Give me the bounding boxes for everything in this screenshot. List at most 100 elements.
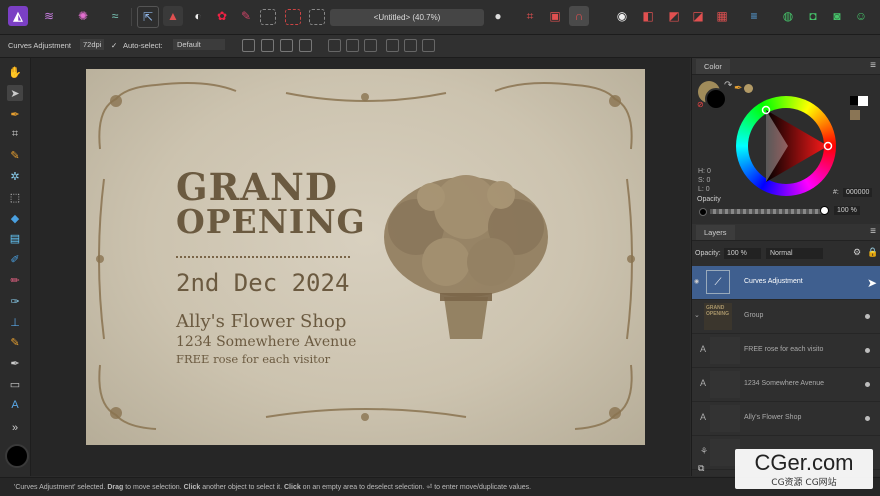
eyedropper-icon[interactable]: ✒ (734, 83, 742, 94)
layer-visibility-icon[interactable]: ◉ (694, 278, 699, 285)
layers-tab[interactable]: Layers (696, 225, 735, 240)
layer-row-text-address[interactable]: A 1234 Somewhere Avenue (692, 368, 880, 402)
group-expand-chevron-icon[interactable]: ⌄ (694, 311, 700, 319)
crop-tool-icon[interactable]: ⌗ (7, 126, 23, 142)
refine-selection-icon[interactable] (309, 9, 325, 25)
insert-behind-icon[interactable]: ◩ (664, 6, 684, 26)
move-tool-icon[interactable]: ➤ (7, 85, 23, 101)
layer-opacity-input[interactable]: 100 % (724, 248, 761, 259)
mouse-cursor-icon: ➤ (866, 276, 877, 290)
auto-select-checkbox-icon[interactable]: ✓ (111, 41, 117, 50)
brush-icon[interactable]: ✎ (236, 6, 256, 26)
affinity-photo-logo-icon[interactable]: ◭ (8, 6, 28, 26)
show-bounding-box-icon[interactable] (261, 39, 274, 52)
adjustments-icon[interactable]: ▲ (163, 6, 183, 26)
poster-offer: FREE rose for each visitor (176, 352, 331, 366)
marquee-select-icon[interactable] (260, 9, 276, 25)
layer-name: Ally's Flower Shop (744, 414, 802, 421)
opacity-slider[interactable] (710, 209, 822, 214)
snapping-icon[interactable]: ● (488, 6, 508, 26)
hex-input[interactable]: 000000 (843, 188, 873, 197)
chat-icon[interactable]: ◍ (778, 6, 798, 26)
auto-select-dropdown[interactable]: Default (173, 39, 225, 50)
poster-title-opening: OPENING (176, 202, 366, 241)
gradient-tool-icon[interactable]: ▤ (7, 230, 23, 246)
quick-mask-icon[interactable] (285, 9, 301, 25)
align-right-icon[interactable] (364, 39, 377, 52)
flood-fill-icon[interactable]: ◆ (7, 210, 23, 226)
align-left-icon[interactable] (328, 39, 341, 52)
white-swatch[interactable] (858, 96, 868, 106)
arrange-icon[interactable]: ◧ (638, 6, 658, 26)
color-tab[interactable]: Color (696, 59, 730, 74)
text-layer-icon: A (700, 378, 707, 388)
stroke-color-swatch[interactable] (705, 88, 727, 110)
duplicate-icon[interactable]: ◘ (803, 6, 823, 26)
layer-row-curves[interactable]: ◉ ⟋ Curves Adjustment ➤ (692, 266, 880, 300)
no-color-icon[interactable]: ⊘ (697, 100, 704, 109)
layer-visible-dot[interactable] (865, 382, 870, 387)
color-wheel[interactable] (736, 96, 836, 196)
opacity-slider-handle[interactable] (820, 206, 829, 215)
dodge-brush-icon[interactable]: ✑ (7, 293, 23, 309)
expand-tools-icon[interactable]: » (7, 420, 23, 436)
blemish-brush-icon[interactable]: ✎ (7, 334, 23, 350)
layer-row-text-shop[interactable]: A Ally's Flower Shop (692, 402, 880, 436)
paint-brush-icon[interactable]: ✐ (7, 251, 23, 267)
selection-brush-icon[interactable]: ✎ (7, 147, 23, 163)
clone-brush-icon[interactable]: ⊥ (7, 314, 23, 330)
flood-select-icon[interactable]: ✲ (7, 168, 23, 184)
layer-row-group[interactable]: ⌄ GRAND OPENING Group (692, 300, 880, 334)
lock-icon[interactable]: 🔒 (867, 247, 878, 258)
contrast-icon[interactable]: ◐ (188, 6, 208, 26)
magnet-icon[interactable]: ∩ (569, 6, 589, 26)
dpi-label: 72dpi (80, 39, 105, 50)
picked-color-swatch[interactable] (744, 84, 753, 93)
color-wheel-icon[interactable]: ✿ (212, 6, 232, 26)
blend-mode-dropdown[interactable]: Normal (766, 248, 823, 259)
document-title[interactable]: <Untitled> (40.7%) (330, 9, 484, 26)
liquify-persona-icon[interactable]: ≋ (39, 6, 59, 26)
text-tool-icon[interactable]: A (7, 397, 23, 413)
align-bottom-icon[interactable] (422, 39, 435, 52)
layer-settings-icon[interactable]: ⚙ (853, 247, 861, 258)
export-persona-icon[interactable]: ⇱ (137, 6, 159, 28)
color-panel-menu-icon[interactable]: ≡ (870, 60, 876, 71)
primary-color-swatch[interactable] (5, 444, 29, 468)
align-middle-icon[interactable] (404, 39, 417, 52)
text-layer-icon: A (700, 344, 707, 354)
pen-tool-icon[interactable]: ✒ (7, 355, 23, 371)
poster-artboard[interactable]: GRAND OPENING 2nd Dec 2024 Ally's Flower… (86, 69, 645, 445)
layers-panel-menu-icon[interactable]: ≡ (870, 226, 876, 237)
window-icon[interactable]: ◙ (827, 6, 847, 26)
layer-name: 1234 Somewhere Avenue (744, 380, 825, 387)
layer-row-text-offer[interactable]: A FREE rose for each visito (692, 334, 880, 368)
insert-front-icon[interactable]: ◪ (688, 6, 708, 26)
tone-mapping-persona-icon[interactable]: ≈ (105, 6, 125, 26)
transform-origin-icon[interactable] (242, 39, 255, 52)
watermark: CGer.com CG资源 CG网站 (735, 449, 873, 489)
align-center-icon[interactable] (346, 39, 359, 52)
user-icon[interactable]: ☺ (851, 6, 871, 26)
crop-icon[interactable]: ⌗ (520, 6, 540, 26)
color-picker-tool-icon[interactable]: ✒ (7, 106, 23, 122)
flip-icon[interactable]: ▦ (712, 6, 732, 26)
layer-visible-dot[interactable] (865, 348, 870, 353)
marquee-tool-icon[interactable]: ⬚ (7, 189, 23, 205)
erase-brush-icon[interactable]: ✏ (7, 272, 23, 288)
layer-visible-dot[interactable] (865, 416, 870, 421)
recent-color-swatch[interactable] (850, 110, 860, 120)
hand-tool-icon[interactable]: ✋ (7, 64, 23, 80)
color-opacity-input[interactable]: 100 % (834, 206, 860, 215)
hide-selection-icon[interactable] (299, 39, 312, 52)
swap-colors-icon[interactable]: ↷ (724, 80, 732, 91)
show-rotation-icon[interactable] (280, 39, 293, 52)
layer-visible-dot[interactable] (865, 314, 870, 319)
rectangle-tool-icon[interactable]: ▭ (7, 376, 23, 392)
develop-persona-icon[interactable]: ✺ (73, 6, 93, 26)
align-icon[interactable]: ≡ (744, 6, 764, 26)
stack-icon[interactable]: ▣ (545, 6, 565, 26)
align-top-icon[interactable] (386, 39, 399, 52)
assistant-icon[interactable]: ◉ (612, 6, 632, 26)
layers-panel-footer-icon[interactable]: ⧉ (698, 463, 704, 474)
